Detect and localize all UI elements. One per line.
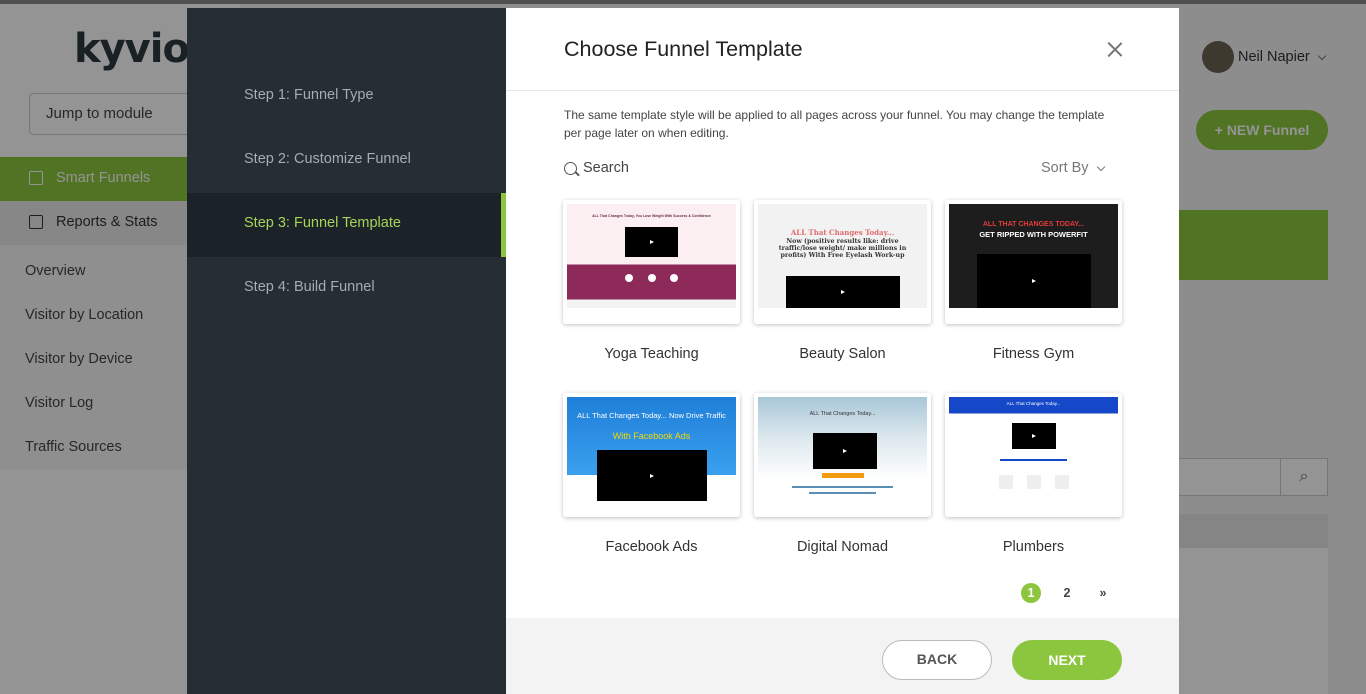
- step-funnel-type[interactable]: Step 1: Funnel Type: [187, 65, 506, 129]
- thumb-headline: ALL That Changes Today, You Lose Weight …: [592, 214, 711, 218]
- template-card-digital-nomad[interactable]: ALL That Changes Today... Digital Nomad: [754, 393, 931, 555]
- divider: [506, 90, 1179, 91]
- thumb-video: [597, 450, 707, 501]
- thumb-cta: [822, 473, 864, 478]
- template-name: Fitness Gym: [992, 346, 1075, 362]
- next-page-button[interactable]: »: [1093, 583, 1113, 603]
- template-name: Beauty Salon: [799, 346, 886, 362]
- choose-template-modal: Step 1: Funnel Type Step 2: Customize Fu…: [187, 8, 1179, 694]
- thumb-video: [1012, 423, 1056, 449]
- template-thumbnail: ALL That Changes Today...: [754, 393, 931, 517]
- thumb-subheadline: GET RIPPED WITH POWERFIT: [979, 230, 1088, 239]
- thumb-text-line: [791, 486, 894, 488]
- thumb-headline: ALL THAT CHANGES TODAY...: [982, 221, 1085, 228]
- chevron-down-icon: [1096, 162, 1105, 171]
- template-card-fitness-gym[interactable]: ALL THAT CHANGES TODAY... GET RIPPED WIT…: [945, 200, 1122, 362]
- sort-by-dropdown[interactable]: Sort By: [1041, 160, 1105, 176]
- thumb-subheadline: With Facebook Ads: [612, 431, 691, 441]
- template-name: Digital Nomad: [796, 539, 889, 555]
- step-funnel-template[interactable]: Step 3: Funnel Template: [187, 193, 506, 257]
- thumb-video: [625, 227, 678, 257]
- template-name: Facebook Ads: [605, 539, 698, 555]
- template-thumbnail: ALL That Changes Today, You Lose Weight …: [563, 200, 740, 324]
- search-label: Search: [583, 160, 629, 176]
- page-1-button[interactable]: 1: [1021, 583, 1041, 603]
- thumb-features: [625, 274, 678, 284]
- wizard-steps: Step 1: Funnel Type Step 2: Customize Fu…: [187, 8, 506, 694]
- modal-description: The same template style will be applied …: [564, 108, 1105, 140]
- thumb-headline: ALL That Changes Today...: [809, 411, 876, 417]
- thumb-features: [999, 475, 1069, 489]
- template-search[interactable]: Search: [564, 160, 629, 176]
- thumb-video: [786, 276, 900, 308]
- modal-footer: BACK NEXT: [506, 618, 1179, 694]
- modal-title: Choose Funnel Template: [564, 37, 803, 61]
- template-card-beauty-salon[interactable]: ALL That Changes Today... Now (positive …: [754, 200, 931, 362]
- thumb-video: [813, 433, 877, 469]
- sort-label: Sort By: [1041, 160, 1089, 176]
- template-name: Plumbers: [1002, 539, 1065, 555]
- thumb-headline: ALL That Changes Today...: [1006, 401, 1061, 406]
- template-name: Yoga Teaching: [604, 346, 699, 362]
- back-button[interactable]: BACK: [882, 640, 992, 680]
- close-icon[interactable]: [1103, 38, 1127, 62]
- thumb-subheadline: Now (positive results like: drive traffi…: [778, 238, 907, 259]
- template-thumbnail: ALL That Changes Today...: [945, 393, 1122, 517]
- step-customize-funnel[interactable]: Step 2: Customize Funnel: [187, 129, 506, 193]
- step-build-funnel[interactable]: Step 4: Build Funnel: [187, 257, 506, 321]
- template-card-facebook-ads[interactable]: ALL That Changes Today... Now Drive Traf…: [563, 393, 740, 555]
- thumb-headline: ALL That Changes Today...: [790, 228, 895, 237]
- template-thumbnail: ALL THAT CHANGES TODAY... GET RIPPED WIT…: [945, 200, 1122, 324]
- template-card-plumbers[interactable]: ALL That Changes Today... Plumbers: [945, 393, 1122, 555]
- thumb-text-line: [808, 492, 877, 494]
- thumb-text-line: [999, 459, 1068, 461]
- search-icon: [564, 161, 577, 175]
- template-card-yoga-teaching[interactable]: ALL That Changes Today, You Lose Weight …: [563, 200, 740, 362]
- thumb-video: [977, 254, 1091, 308]
- thumb-headline: ALL That Changes Today... Now Drive Traf…: [577, 411, 726, 420]
- modal-content: Choose Funnel Template The same template…: [506, 8, 1179, 694]
- template-thumbnail: ALL That Changes Today... Now Drive Traf…: [563, 393, 740, 517]
- next-button[interactable]: NEXT: [1012, 640, 1122, 680]
- template-thumbnail: ALL That Changes Today... Now (positive …: [754, 200, 931, 324]
- page-2-button[interactable]: 2: [1057, 583, 1077, 603]
